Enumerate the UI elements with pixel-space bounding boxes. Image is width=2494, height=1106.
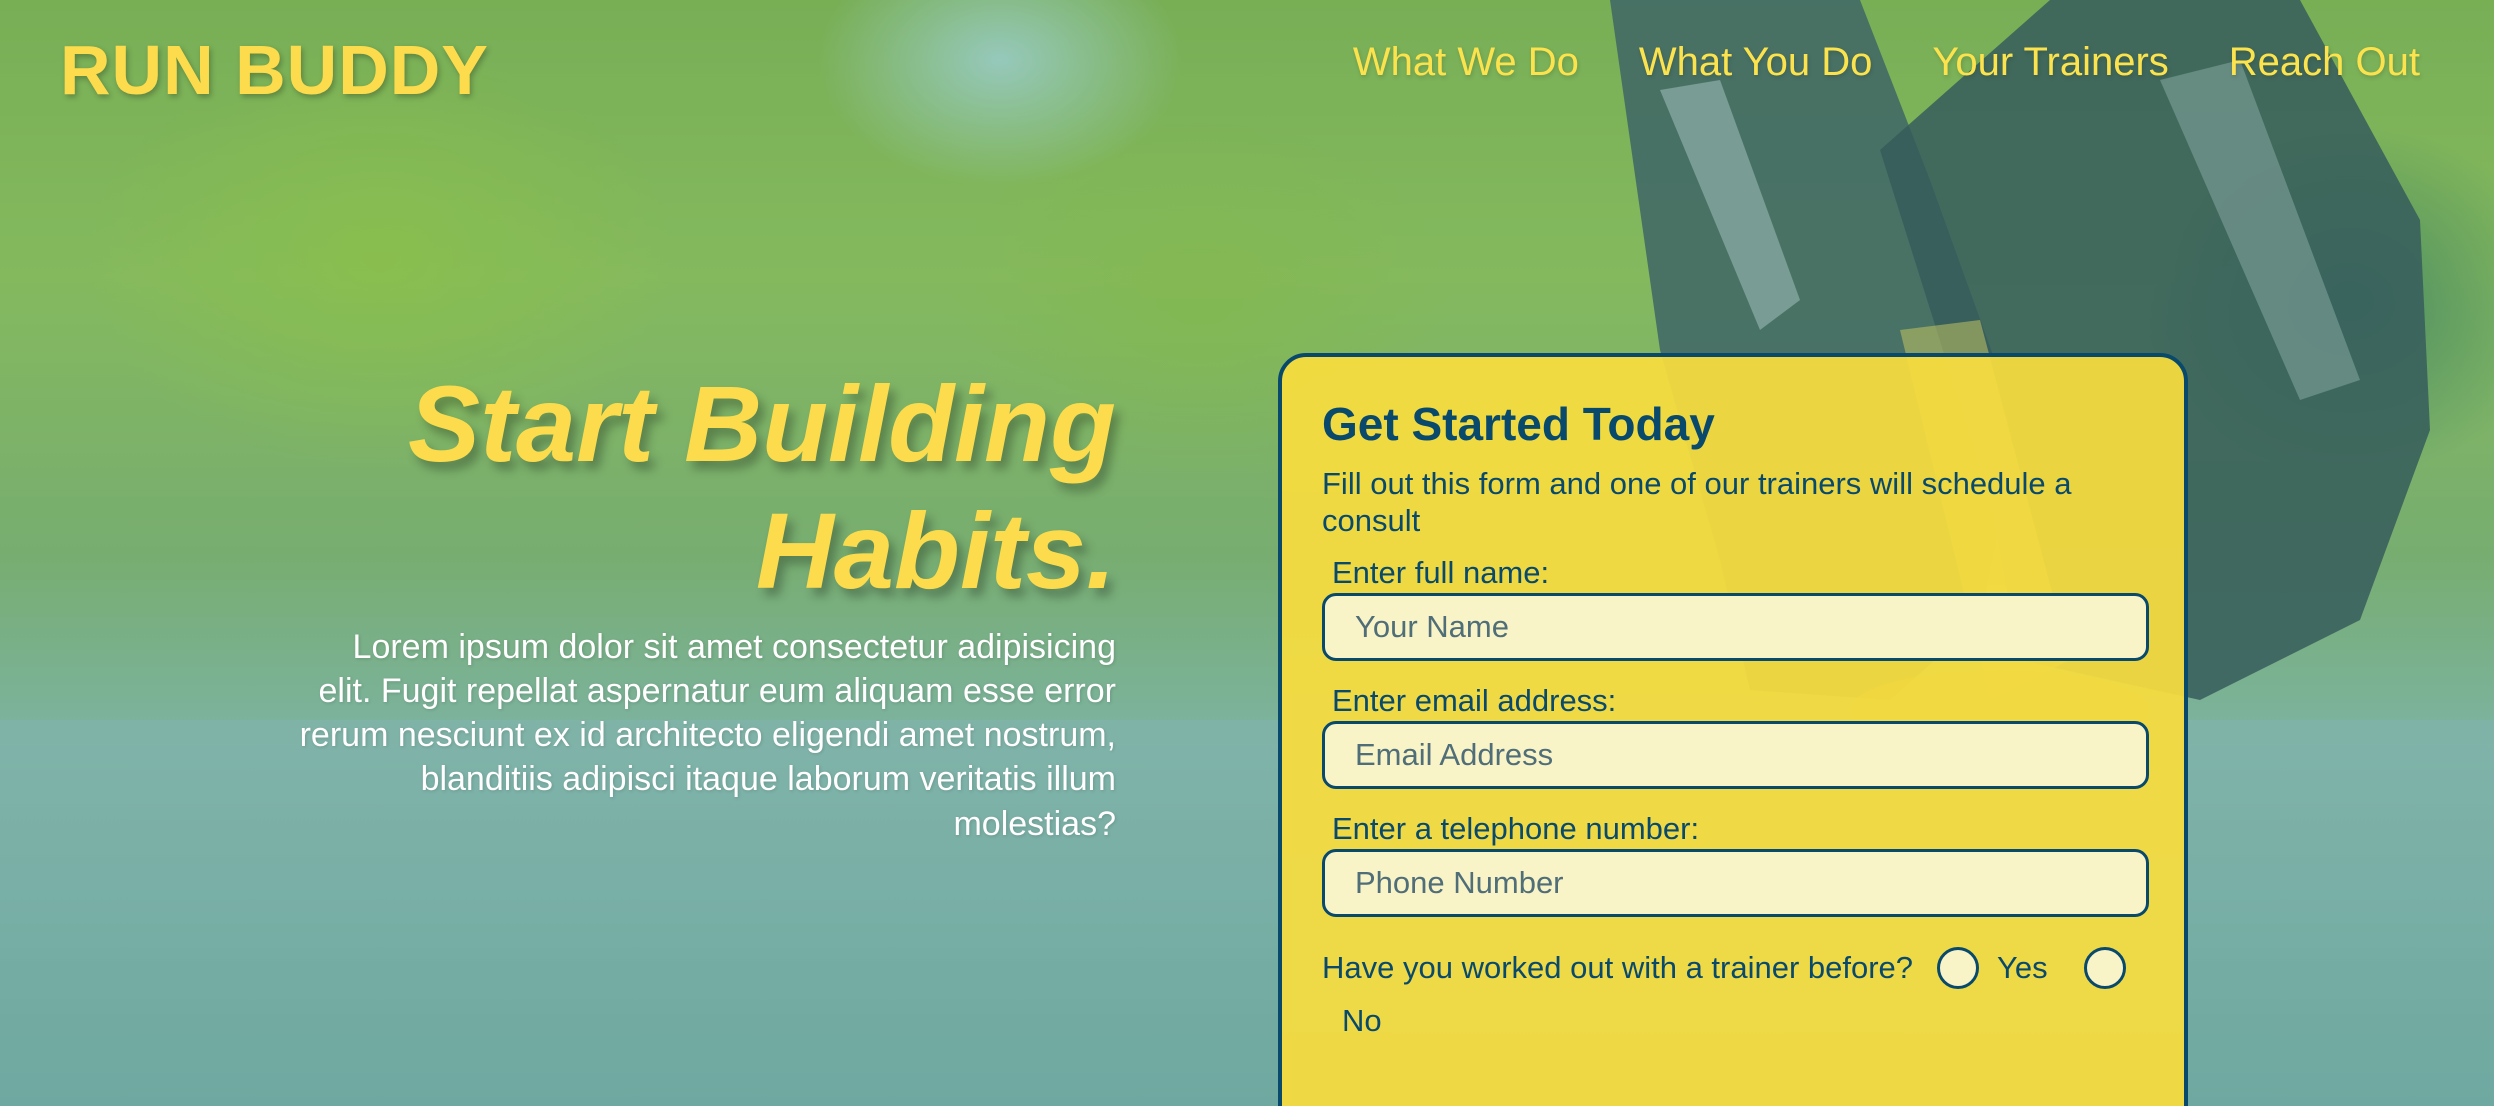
nav-what-you-do[interactable]: What You Do <box>1639 40 1873 85</box>
phone-label: Enter a telephone number: <box>1332 811 1700 847</box>
hero-description: Lorem ipsum dolor sit amet consectetur a… <box>299 627 1116 843</box>
radio-yes-label: Yes <box>1997 950 2048 986</box>
brand-logo[interactable]: RUN BUDDY <box>60 30 489 110</box>
hero-title-line1: Start Building <box>408 363 1116 484</box>
hero-title-line2: Habits. <box>755 490 1116 612</box>
hero-title: Start Building Habits. <box>256 360 1116 615</box>
nav-your-trainers[interactable]: Your Trainers <box>1932 40 2168 85</box>
radio-no[interactable] <box>2083 947 2126 990</box>
email-label: Enter email address: <box>1332 683 1617 719</box>
radio-yes[interactable] <box>1937 947 1980 990</box>
name-input[interactable] <box>1322 593 2149 662</box>
phone-input[interactable] <box>1322 849 2149 918</box>
radio-no-label: No <box>1342 1003 1382 1039</box>
phone-field-group: Enter a telephone number: <box>1322 811 2149 918</box>
name-label: Enter full name: <box>1332 555 1550 591</box>
form-title: Get Started Today <box>1322 398 1715 450</box>
hero-section: Start Building Habits. Lorem ipsum dolor… <box>256 360 1116 846</box>
nav-reach-out[interactable]: Reach Out <box>2229 40 2420 85</box>
signup-form: Get Started Today Fill out this form and… <box>1278 353 2188 1106</box>
name-field-group: Enter full name: <box>1322 555 2149 662</box>
trainer-question-label: Have you worked out with a trainer befor… <box>1322 950 1914 986</box>
email-field-group: Enter email address: <box>1322 683 2149 790</box>
nav-what-we-do[interactable]: What We Do <box>1353 40 1579 85</box>
trainer-question-group: Have you worked out with a trainer befor… <box>1322 947 2152 1039</box>
main-nav: What We Do What You Do Your Trainers Rea… <box>1353 40 2420 85</box>
email-input[interactable] <box>1322 721 2149 790</box>
form-subtitle: Fill out this form and one of our traine… <box>1322 466 2072 539</box>
